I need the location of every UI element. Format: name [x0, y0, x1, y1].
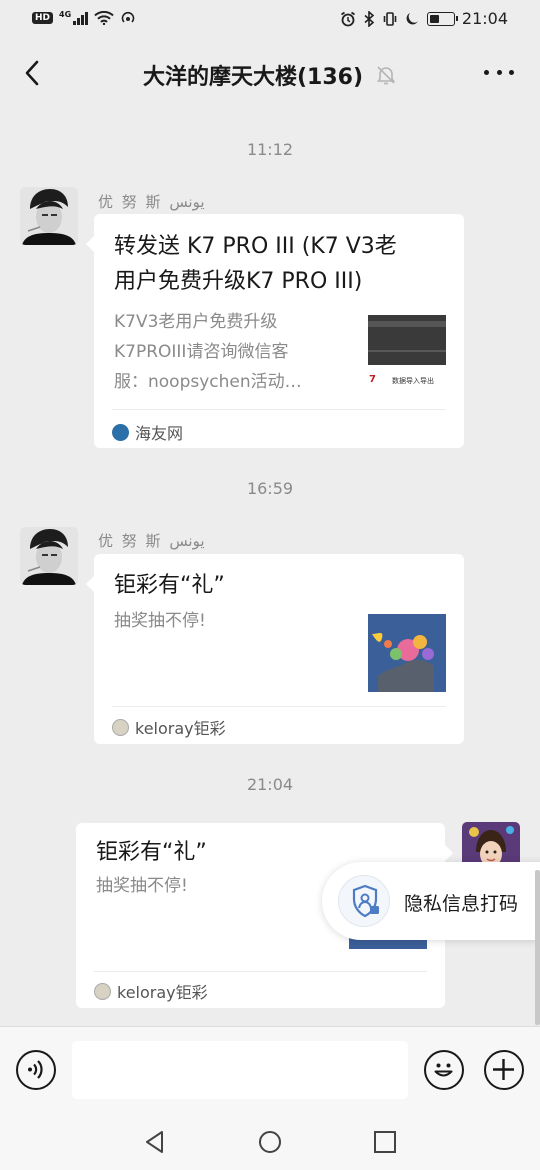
clock: 21:04	[461, 9, 508, 28]
card-title-line-2: 用户免费升级K7 PRO III)	[114, 269, 363, 294]
nav-recents-square-icon[interactable]	[372, 1129, 398, 1155]
card-source: keloray钜彩	[112, 715, 226, 739]
system-navigation-bar	[0, 1112, 540, 1170]
sender-avatar[interactable]	[20, 527, 78, 585]
status-left: HD 4G	[32, 10, 136, 26]
alarm-icon	[340, 11, 355, 26]
wifi-icon	[94, 11, 114, 25]
network-type: 4G	[59, 10, 72, 19]
card-thumbnail	[368, 614, 446, 692]
chat-input-bar	[0, 1026, 540, 1112]
shared-link-card[interactable]: 转发送 K7 PRO III (K7 V3老 用户免费升级K7 PRO III)…	[86, 214, 464, 448]
chat-title: 大洋的摩天大楼(136)	[142, 65, 364, 90]
card-thumbnail: 7 数据导入导出	[368, 315, 446, 393]
battery-icon	[426, 11, 458, 26]
sender-name: 优 努 斯 یونس	[98, 532, 205, 550]
card-source: keloray钜彩	[94, 979, 208, 1003]
status-bar: HD 4G 21:04	[0, 0, 540, 38]
smiley-icon	[434, 1063, 453, 1077]
shield-person-icon	[338, 875, 390, 927]
privacy-mask-button[interactable]: 隐私信息打码	[322, 862, 540, 940]
status-right: 21:04	[340, 9, 508, 28]
card-source-name: 海友网	[135, 424, 184, 443]
card-source: 海友网	[112, 420, 183, 444]
do-not-disturb-moon-icon	[406, 13, 418, 25]
privacy-mask-label: 隐私信息打码	[404, 893, 519, 915]
vibrate-icon	[383, 11, 397, 26]
message-timestamp: 21:04	[246, 775, 294, 794]
card-source-name: keloray钜彩	[117, 983, 208, 1002]
thumbnail-caption: 数据导入导出	[392, 376, 434, 385]
scrollbar-thumb[interactable]	[535, 870, 540, 1025]
card-description: 抽奖抽不停!	[114, 611, 206, 631]
card-source-name: keloray钜彩	[135, 719, 226, 738]
source-logo-icon	[112, 423, 129, 441]
message-input[interactable]	[72, 1041, 408, 1099]
nav-back-triangle-icon[interactable]	[142, 1129, 168, 1155]
card-description-line-3: 服：noopsychen活动…	[114, 372, 302, 392]
source-logo-icon	[94, 982, 111, 1000]
voice-icon	[28, 1060, 43, 1079]
card-description-line-2: K7PROIII请咨询微信客	[114, 342, 289, 362]
card-title: 钜彩有“礼”	[96, 840, 207, 865]
chat-title-row: 大洋的摩天大楼(136)	[0, 59, 540, 91]
nav-home-circle-icon[interactable]	[257, 1129, 283, 1155]
voice-input-button[interactable]	[16, 1050, 56, 1090]
card-divider	[112, 706, 446, 707]
card-description: 抽奖抽不停!	[96, 876, 188, 896]
message-timestamp: 11:12	[246, 140, 294, 159]
svg-text:7: 7	[369, 374, 376, 385]
plus-icon	[493, 1059, 514, 1080]
more-options-icon[interactable]	[484, 70, 514, 78]
sender-avatar[interactable]	[20, 187, 78, 245]
shared-link-card[interactable]: 钜彩有“礼” 抽奖抽不停! keloray钜彩	[86, 554, 464, 744]
emoji-button[interactable]	[424, 1050, 464, 1090]
card-title-line-1: 转发送 K7 PRO III (K7 V3老	[114, 234, 397, 259]
card-title: 钜彩有“礼”	[114, 573, 225, 598]
hd-badge: HD	[32, 12, 54, 24]
source-logo-icon	[112, 718, 129, 736]
card-description-line-1: K7V3老用户免费升级	[114, 312, 278, 332]
message-timestamp: 16:59	[246, 479, 294, 498]
mute-bell-icon	[376, 66, 396, 85]
hotspot-icon	[121, 11, 135, 23]
more-functions-button[interactable]	[484, 1050, 524, 1090]
signal-icon	[73, 11, 89, 25]
card-divider	[112, 409, 446, 410]
chat-header: 大洋的摩天大楼(136)	[0, 40, 540, 108]
card-divider	[94, 971, 427, 972]
bluetooth-icon	[364, 10, 375, 27]
sender-name: 优 努 斯 یونس	[98, 193, 205, 211]
